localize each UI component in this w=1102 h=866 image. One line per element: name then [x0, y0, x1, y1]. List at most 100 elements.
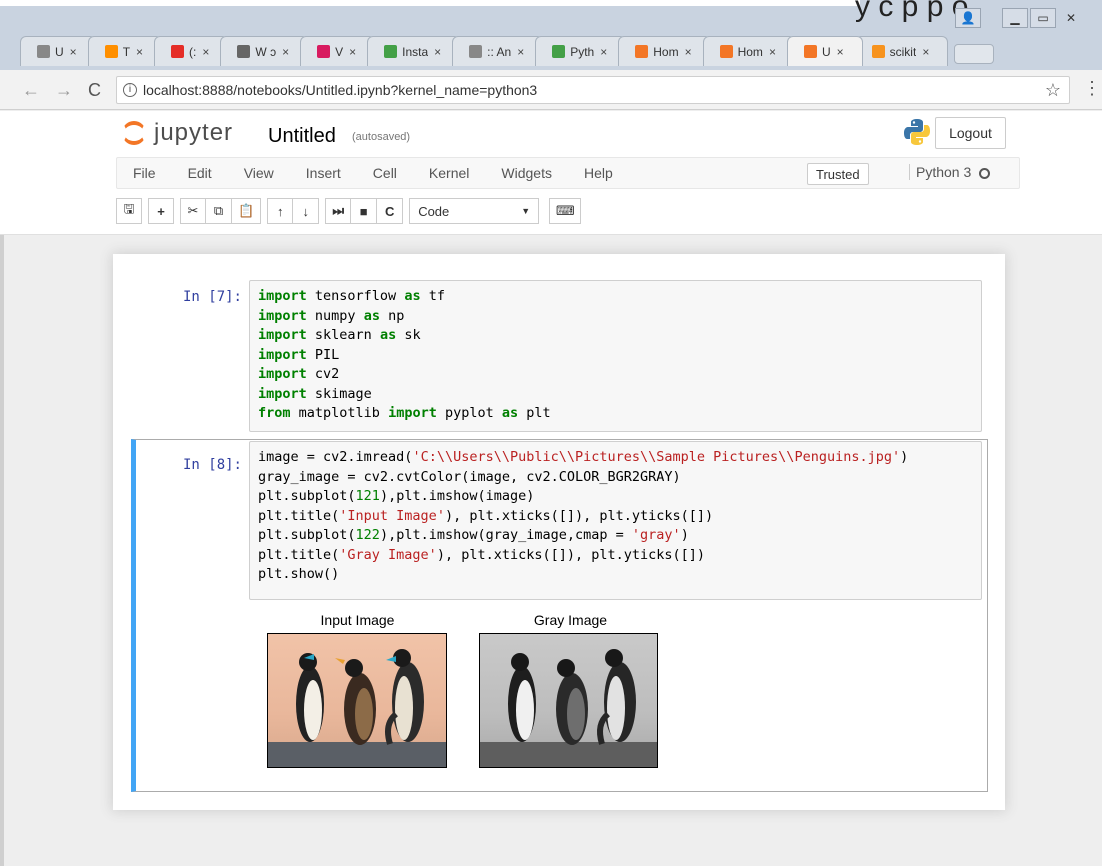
code-token: plt.show(): [258, 566, 340, 582]
code-token: as: [501, 405, 519, 421]
new-tab-button[interactable]: [954, 44, 995, 64]
tab-close-icon[interactable]: ×: [837, 45, 844, 59]
address-bar-area: ← → C i localhost:8888/notebooks/Untitle…: [0, 70, 1102, 110]
profile-icon[interactable]: 👤: [955, 8, 981, 28]
code-cell[interactable]: In [7]: import tensorflow as tf import nu…: [131, 272, 987, 434]
browser-tab[interactable]: Insta ×: [367, 36, 461, 66]
browser-tab[interactable]: W ɔ ×: [220, 36, 309, 66]
menu-insert[interactable]: Insert: [290, 165, 357, 181]
bars-icon: [317, 45, 331, 58]
cell-type-value: Code: [418, 203, 450, 219]
tab-close-icon[interactable]: ×: [517, 45, 524, 59]
tab-close-icon[interactable]: ×: [282, 45, 289, 59]
code-token: sklearn: [306, 327, 380, 343]
forward-icon[interactable]: →: [55, 80, 73, 101]
tab-title: U: [55, 44, 64, 59]
cut-icon[interactable]: ✂: [180, 198, 206, 224]
menu-file[interactable]: File: [117, 165, 172, 181]
copy-icon[interactable]: ⧉: [206, 198, 232, 224]
info-icon[interactable]: i: [123, 83, 137, 97]
tab-close-icon[interactable]: ×: [769, 45, 776, 59]
browser-tab[interactable]: Hom ×: [618, 36, 711, 66]
browser-tab[interactable]: Pyth ×: [535, 36, 627, 66]
code-token: matplotlib: [290, 405, 389, 421]
command-palette-icon[interactable]: ⌨: [549, 198, 582, 224]
code-input[interactable]: image = cv2.imread('C:\\Users\\Public\\P…: [249, 441, 982, 600]
code-token: import: [258, 366, 307, 382]
menu-cell[interactable]: Cell: [357, 165, 413, 181]
code-token: as: [379, 327, 397, 343]
code-token: numpy: [306, 307, 364, 324]
save-icon[interactable]: 🖫: [116, 198, 142, 224]
move-down-icon[interactable]: ↓: [293, 198, 320, 224]
jupyter-logo[interactable]: jupyter: [122, 119, 233, 147]
tab-close-icon[interactable]: ×: [685, 45, 692, 59]
code-token: cv2: [306, 366, 340, 382]
chevron-down-icon: ▼: [521, 206, 531, 216]
code-line: import sklearn as sk: [258, 326, 973, 346]
page-icon: [37, 45, 50, 58]
url-field[interactable]: i localhost:8888/notebooks/Untitled.ipyn…: [116, 76, 1070, 104]
subplot-title-input: Input Image: [320, 612, 395, 628]
menu-edit[interactable]: Edit: [172, 165, 228, 181]
restart-icon[interactable]: C: [377, 198, 404, 224]
paste-icon[interactable]: 📋: [232, 198, 262, 224]
move-up-icon[interactable]: ↑: [267, 198, 294, 224]
tab-close-icon[interactable]: ×: [349, 45, 356, 59]
menu-kernel[interactable]: Kernel: [413, 165, 485, 181]
minimize-icon[interactable]: ▁: [1002, 8, 1028, 28]
maximize-icon[interactable]: ▭: [1030, 8, 1056, 28]
browser-tab[interactable]: scikit ×: [854, 36, 949, 66]
code-token: plt.title(: [258, 507, 340, 524]
menu-view[interactable]: View: [228, 165, 290, 181]
tab-title: (:: [189, 44, 197, 59]
bookmark-star-icon[interactable]: ☆: [1045, 80, 1061, 101]
jupyter-icon: [803, 45, 817, 58]
window-top-edge: [0, 0, 860, 6]
code-token: PIL: [306, 346, 340, 363]
menu-help[interactable]: Help: [568, 165, 629, 181]
code-token: plt.title(: [258, 546, 340, 563]
back-icon[interactable]: ←: [22, 80, 40, 101]
tab-title: W ɔ: [255, 44, 277, 59]
code-cell-selected[interactable]: In [8]: image = cv2.imread('C:\\Users\\P…: [131, 439, 988, 792]
wikipedia-icon: [237, 45, 251, 58]
browser-tab[interactable]: :: An ×: [452, 36, 544, 66]
logout-button[interactable]: Logout: [935, 117, 1006, 149]
code-token: image = cv2.imread(: [258, 449, 413, 465]
tab-close-icon[interactable]: ×: [922, 45, 929, 59]
close-window-icon[interactable]: ✕: [1058, 8, 1084, 28]
browser-tab[interactable]: (: ×: [154, 36, 229, 66]
code-line: import PIL: [258, 346, 973, 366]
tab-title: U: [821, 44, 831, 59]
menu-widgets[interactable]: Widgets: [485, 165, 568, 181]
browser-tab[interactable]: V ×: [300, 36, 376, 66]
code-token: ): [900, 449, 909, 465]
youtube-icon: [171, 45, 185, 58]
tab-close-icon[interactable]: ×: [202, 45, 209, 59]
browser-menu-icon[interactable]: ⋮: [1083, 78, 1101, 99]
reload-icon[interactable]: C: [88, 80, 101, 101]
browser-tab[interactable]: T ×: [87, 36, 163, 66]
tab-close-icon[interactable]: ×: [434, 45, 441, 59]
tab-close-icon[interactable]: ×: [70, 45, 77, 59]
code-input[interactable]: import tensorflow as tf import numpy as n…: [249, 280, 982, 432]
stop-icon[interactable]: ■: [351, 198, 378, 224]
code-token: pyplot: [436, 405, 502, 421]
run-icon[interactable]: ⏭: [325, 198, 352, 224]
notebook-container: In [7]: import tensorflow as tf import nu…: [113, 254, 1005, 810]
browser-tab[interactable]: U ×: [20, 36, 96, 66]
python-logo-icon: [904, 119, 930, 145]
tab-title: :: An: [487, 44, 512, 59]
tab-close-icon[interactable]: ×: [136, 45, 143, 59]
browser-tab[interactable]: Hom ×: [702, 36, 795, 66]
tab-close-icon[interactable]: ×: [600, 45, 607, 59]
browser-tab[interactable]: U ×: [786, 36, 863, 66]
insert-cell-icon[interactable]: +: [148, 198, 174, 224]
notebook-name[interactable]: Untitled: [268, 125, 336, 148]
cell-type-select[interactable]: Code ▼: [409, 198, 540, 224]
subplot-title-gray: Gray Image: [533, 612, 608, 628]
tab-title: T: [122, 44, 131, 59]
code-token: ),plt.imshow(gray_image,cmap =: [379, 527, 632, 543]
trusted-badge[interactable]: Trusted: [807, 163, 869, 185]
